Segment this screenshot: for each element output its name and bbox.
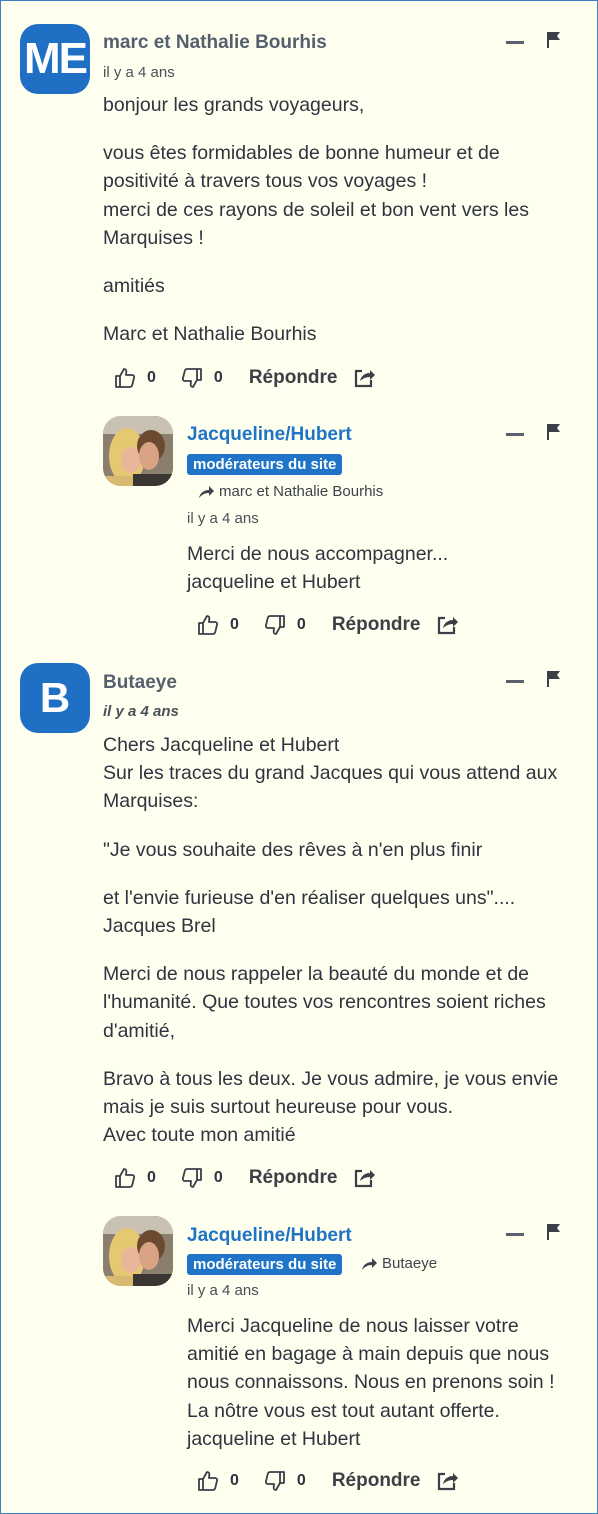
comment-line: Avec toute mon amitié — [103, 1124, 296, 1147]
like-count: 0 — [147, 369, 156, 386]
comment-line: Merci de nous accompagner... — [187, 543, 449, 565]
comment-line: Merci de nous rappeler la beauté du mond… — [103, 963, 530, 986]
thumbs-down-icon[interactable] — [180, 366, 204, 390]
user-photo-avatar[interactable] — [103, 1216, 173, 1286]
thumbs-down-icon[interactable] — [263, 1469, 287, 1493]
thumbs-down-icon[interactable] — [263, 613, 287, 637]
reply-to[interactable]: marc et Nathalie Bourhis — [198, 483, 383, 500]
comment-author[interactable]: Jacqueline/Hubert — [187, 1225, 352, 1247]
comment-line: jacqueline et Hubert — [187, 571, 361, 594]
reply-button[interactable]: Répondre — [332, 1470, 421, 1492]
comment-line: merci de ces rayons de soleil et bon ven… — [103, 198, 529, 221]
comment-body: bonjour les grands voyageurs, vous êtes … — [103, 91, 529, 348]
flag-icon[interactable] — [546, 423, 562, 441]
comment-timestamp[interactable]: il y a 4 ans — [187, 1282, 259, 1299]
like-count: 0 — [230, 616, 239, 633]
comment-actions: 0 0 Répondre — [196, 612, 459, 638]
reply-to-name[interactable]: Butaeye — [382, 1255, 437, 1272]
comment-timestamp[interactable]: il y a 4 ans — [187, 510, 259, 527]
thumbs-up-icon[interactable] — [113, 366, 137, 390]
reply-to[interactable]: Butaeye — [361, 1255, 437, 1272]
comment-line: vous êtes formidables de bonne humeur et… — [103, 142, 500, 165]
comment-actions: 0 0 Répondre — [196, 1468, 459, 1494]
comment-line: Marquises ! — [103, 226, 204, 249]
comment-timestamp[interactable]: il y a 4 ans — [103, 64, 175, 81]
comment-line: et l'envie furieuse d'en réaliser quelqu… — [103, 886, 516, 909]
avatar[interactable]: B — [20, 663, 90, 733]
comment-paragraph: Merci de nous accompagner... jacqueline e… — [187, 540, 448, 596]
comment-actions: 0 0 Répondre — [113, 365, 376, 391]
flag-icon[interactable] — [546, 1223, 562, 1241]
comment-body: Merci Jacqueline de nous laisser votre am… — [187, 1312, 554, 1453]
collapse-icon[interactable] — [506, 1233, 524, 1236]
moderator-badge: modérateurs du site — [187, 454, 343, 475]
comment-timestamp[interactable]: il y a 4 ans — [103, 703, 179, 720]
reply-to-name[interactable]: marc et Nathalie Bourhis — [219, 483, 383, 500]
dislike-count: 0 — [213, 369, 223, 386]
comment-line: amitié en bagage à main depuis que nous — [187, 1343, 550, 1366]
comment-line: bonjour les grands voyageurs, — [103, 94, 365, 116]
collapse-icon[interactable] — [506, 41, 524, 44]
comment-actions: 0 0 Répondre — [113, 1165, 376, 1191]
thumbs-up-icon[interactable] — [113, 1166, 137, 1190]
comment-paragraph: Marc et Nathalie Bourhis — [103, 320, 529, 348]
comment-list: ME marc et Nathalie Bourhis il y a 4 ans… — [0, 0, 598, 1514]
dislike-count: 0 — [296, 616, 306, 633]
comment-line: Bravo à tous les deux. Je vous admire, j… — [103, 1067, 559, 1090]
comment-line: d'amitié, — [103, 1019, 176, 1042]
comment-line: Marquises: — [103, 790, 199, 813]
thumbs-up-icon[interactable] — [196, 1469, 220, 1493]
comment-paragraph: Bravo à tous les deux. Je vous admire, j… — [103, 1065, 558, 1150]
comment-line: positivité à travers tous vos voyages ! — [103, 170, 428, 193]
comment-paragraph: Merci Jacqueline de nous laisser votre am… — [187, 1312, 554, 1453]
comment-paragraph: Merci de nous rappeler la beauté du mond… — [103, 960, 558, 1045]
collapse-icon[interactable] — [506, 433, 524, 436]
comment-line: Marc et Nathalie Bourhis — [103, 323, 317, 346]
comment-line: Jacques Brel — [103, 915, 216, 938]
comment-paragraph: et l'envie furieuse d'en réaliser quelqu… — [103, 884, 558, 940]
share-icon[interactable] — [435, 1469, 459, 1493]
comment-paragraph: vous êtes formidables de bonne humeur et… — [103, 139, 529, 252]
avatar[interactable]: ME — [20, 24, 90, 94]
reply-button[interactable]: Répondre — [332, 614, 421, 636]
thumbs-up-icon[interactable] — [196, 613, 220, 637]
share-icon[interactable] — [352, 366, 376, 390]
thumbs-down-icon[interactable] — [180, 1166, 204, 1190]
comment-paragraph: "Je vous souhaite des rêves à n'en plus … — [103, 836, 558, 864]
comment-body: Merci de nous accompagner... jacqueline e… — [187, 540, 448, 596]
reply-arrow-icon — [362, 1257, 377, 1270]
comment-paragraph: bonjour les grands voyageurs, — [103, 91, 529, 119]
like-count: 0 — [230, 1472, 239, 1489]
comment-line: nous connaissons. Nous en prenons soin ! — [187, 1371, 555, 1394]
comment-body: Chers Jacqueline et Hubert Sur les traces… — [103, 731, 558, 1149]
comment-line: Chers Jacqueline et Hubert — [103, 734, 340, 756]
share-icon[interactable] — [352, 1166, 376, 1190]
dislike-count: 0 — [296, 1472, 306, 1489]
comment-paragraph: amitiés — [103, 272, 529, 300]
reply-button[interactable]: Répondre — [249, 367, 338, 389]
flag-icon[interactable] — [546, 31, 562, 49]
comment-line: jacqueline et Hubert — [187, 1427, 361, 1450]
comment-line: Merci Jacqueline de nous laisser votre — [187, 1315, 519, 1337]
comment-author[interactable]: marc et Nathalie Bourhis — [103, 32, 327, 54]
comment-author[interactable]: Jacqueline/Hubert — [187, 424, 352, 446]
comment-line: La nôtre vous est tout autant offerte. — [187, 1399, 500, 1422]
comment-line: "Je vous souhaite des rêves à n'en plus … — [103, 838, 483, 861]
like-count: 0 — [147, 1169, 156, 1186]
comment-paragraph: Chers Jacqueline et Hubert Sur les traces… — [103, 731, 558, 816]
flag-icon[interactable] — [546, 670, 562, 688]
comment-line: amitiés — [103, 275, 165, 298]
comment-line: mais je suis surtout heureuse pour vous. — [103, 1096, 454, 1119]
dislike-count: 0 — [213, 1169, 223, 1186]
share-icon[interactable] — [435, 613, 459, 637]
comment-line: l'humanité. Que toutes vos rencontres so… — [103, 991, 546, 1014]
comment-author[interactable]: Butaeye — [103, 672, 177, 694]
reply-arrow-icon — [199, 485, 214, 498]
comment-line: Sur les traces du grand Jacques qui vous… — [103, 762, 558, 785]
user-photo-avatar[interactable] — [103, 416, 173, 486]
reply-button[interactable]: Répondre — [249, 1167, 338, 1189]
collapse-icon[interactable] — [506, 680, 524, 683]
moderator-badge: modérateurs du site — [187, 1254, 343, 1275]
